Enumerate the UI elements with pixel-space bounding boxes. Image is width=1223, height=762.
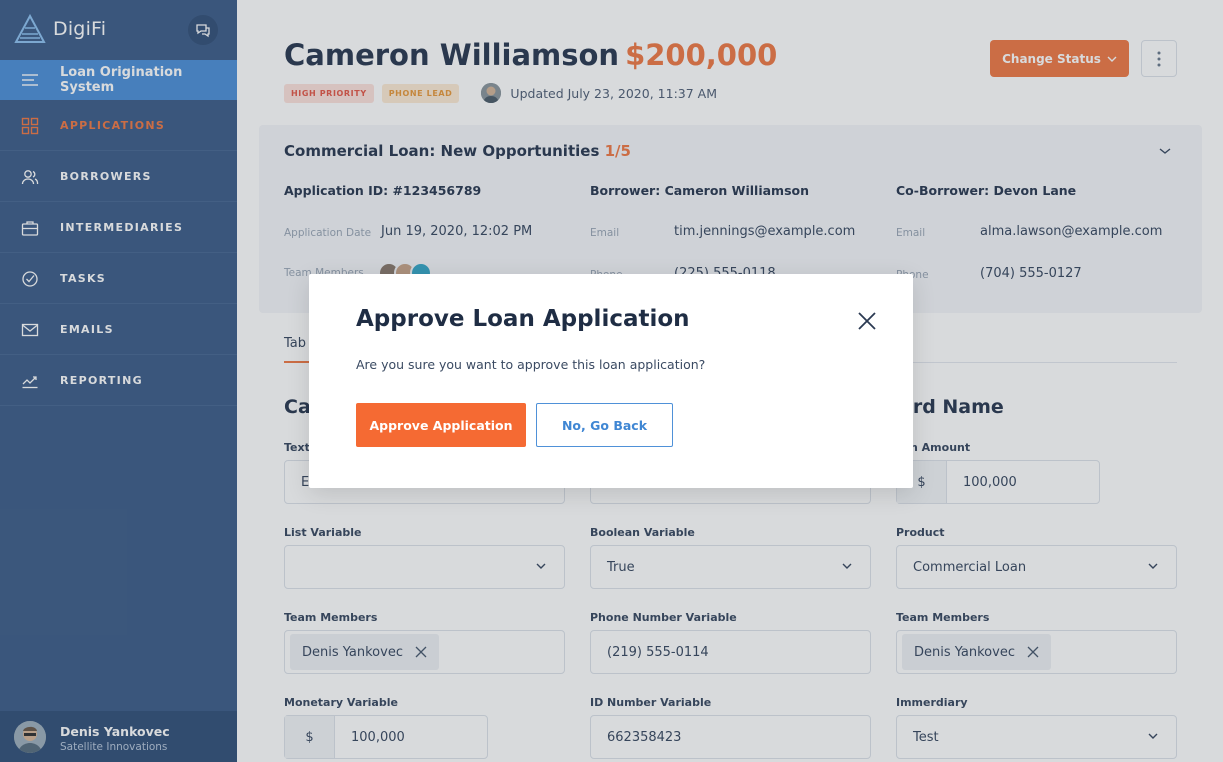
- close-icon[interactable]: [857, 311, 877, 331]
- go-back-button[interactable]: No, Go Back: [536, 403, 673, 447]
- approve-application-button[interactable]: Approve Application: [356, 403, 526, 447]
- approve-loan-modal: Approve Loan Application Are you sure yo…: [309, 274, 913, 488]
- modal-title: Approve Loan Application: [356, 306, 690, 332]
- modal-message: Are you sure you want to approve this lo…: [356, 357, 706, 372]
